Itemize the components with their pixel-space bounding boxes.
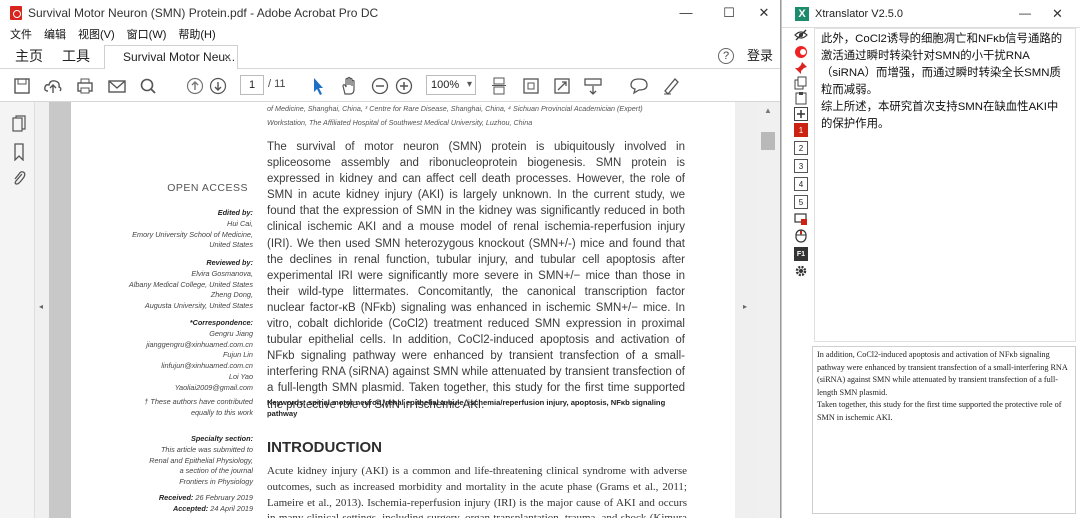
translation-output[interactable]: 此外，CoCl2诱导的细胞凋亡和NFκb信号通路的激活通过瞬时转染针对SMN的小… bbox=[814, 28, 1076, 342]
translation-paragraph: 此外，CoCl2诱导的细胞凋亡和NFκb信号通路的激活通过瞬时转染针对SMN的小… bbox=[821, 33, 1063, 96]
xtranslator-title: Xtranslator V2.5.0 bbox=[815, 7, 904, 20]
introduction-text: Acute kidney injury (AKI) is a common an… bbox=[267, 465, 687, 518]
acrobat-window: Survival Motor Neuron (SMN) Protein.pdf … bbox=[0, 0, 781, 518]
sign-in-link[interactable]: 登录 bbox=[747, 43, 773, 69]
tab-2[interactable]: 2 bbox=[794, 141, 808, 155]
attachments-icon[interactable] bbox=[10, 168, 28, 188]
record-toggle-icon[interactable] bbox=[794, 45, 808, 59]
menu-file[interactable]: 文件 bbox=[10, 26, 32, 42]
xtranslator-minimize-button[interactable]: — bbox=[1019, 6, 1031, 20]
tab-5[interactable]: 5 bbox=[794, 195, 808, 209]
settings-gear-icon[interactable] bbox=[794, 264, 808, 278]
vertical-scrollbar[interactable]: ▲ bbox=[757, 102, 780, 518]
hide-eye-icon[interactable] bbox=[794, 28, 808, 42]
specialty-section-block: Specialty section: This article was subm… bbox=[149, 434, 253, 487]
menu-view[interactable]: 视图(V) bbox=[78, 26, 115, 42]
search-icon[interactable] bbox=[136, 74, 160, 98]
document-view[interactable]: of Medicine, Shanghai, China, ³ Centre f… bbox=[49, 102, 757, 518]
tab-3[interactable]: 3 bbox=[794, 159, 808, 173]
maximize-button[interactable]: ☐ bbox=[712, 0, 746, 25]
save-icon[interactable] bbox=[10, 74, 34, 98]
tab-home[interactable]: 主页 bbox=[15, 43, 43, 69]
source-text-box[interactable]: In addition, CoCl2-induced apoptosis and… bbox=[812, 346, 1076, 514]
accepted-date: Accepted: 24 April 2019 bbox=[172, 504, 253, 513]
menu-help[interactable]: 帮助(H) bbox=[178, 26, 215, 42]
screen-capture-icon[interactable] bbox=[794, 212, 808, 226]
previous-page-icon[interactable] bbox=[183, 74, 207, 98]
zoom-in-icon[interactable] bbox=[392, 74, 416, 98]
tab-bar: 主页 工具 Survival Motor Neu... × ? 登录 bbox=[0, 43, 780, 69]
menu-window[interactable]: 窗口(W) bbox=[127, 26, 167, 42]
keywords: Keywords: spinal motor neuron, renal epi… bbox=[267, 398, 666, 418]
page-thumbnails-icon[interactable] bbox=[10, 114, 28, 134]
xtranslator-logo-icon: X bbox=[795, 6, 809, 21]
left-navigation-panel bbox=[0, 102, 35, 518]
translation-paragraph: 综上所述，本研究首次支持SMN在缺血性AKI中的保护作用。 bbox=[821, 101, 1059, 130]
comment-icon[interactable] bbox=[627, 74, 651, 98]
close-tab-icon[interactable]: × bbox=[224, 46, 231, 68]
scrollbar-thumb[interactable] bbox=[761, 132, 775, 150]
tab-4[interactable]: 4 bbox=[794, 177, 808, 191]
menu-edit[interactable]: 编辑 bbox=[44, 26, 66, 42]
open-access-label: OPEN ACCESS bbox=[167, 182, 248, 194]
help-icon[interactable]: ? bbox=[718, 48, 734, 64]
xtranslator-window: X Xtranslator V2.5.0 — ✕ 1 2 3 4 5 F1 此外… bbox=[782, 0, 1080, 518]
read-mode-icon[interactable] bbox=[581, 74, 605, 98]
next-page-icon[interactable] bbox=[206, 74, 230, 98]
tab-1[interactable]: 1 bbox=[794, 123, 808, 137]
title-bar: Survival Motor Neuron (SMN) Protein.pdf … bbox=[0, 0, 780, 25]
document-tab[interactable]: Survival Motor Neu... × bbox=[104, 45, 238, 69]
copy-icon[interactable] bbox=[794, 76, 808, 90]
select-cursor-icon[interactable] bbox=[306, 74, 330, 98]
zoom-select[interactable]: 100% bbox=[426, 75, 476, 95]
edited-by-block: Edited by: Hui Cai, Emory University Sch… bbox=[132, 208, 253, 250]
bookmarks-icon[interactable] bbox=[10, 142, 28, 162]
full-screen-icon[interactable] bbox=[550, 74, 574, 98]
page-number-input[interactable]: 1 bbox=[240, 75, 264, 95]
minimize-button[interactable]: — bbox=[669, 0, 703, 25]
authors-note: † These authors have contributed equally… bbox=[144, 397, 253, 417]
source-paragraph: Taken together, this study for the first… bbox=[817, 400, 1062, 422]
email-icon[interactable] bbox=[105, 74, 129, 98]
expand-icon[interactable] bbox=[794, 107, 808, 121]
abstract-text: The survival of motor neuron (SMN) prote… bbox=[267, 141, 685, 411]
hand-tool-icon[interactable] bbox=[337, 74, 361, 98]
mouse-icon[interactable] bbox=[794, 229, 808, 243]
pdf-app-icon bbox=[10, 5, 22, 20]
page-scroll-icon[interactable] bbox=[487, 74, 511, 98]
print-icon[interactable] bbox=[73, 74, 97, 98]
close-button[interactable]: ✕ bbox=[747, 0, 780, 25]
xtranslator-title-bar: X Xtranslator V2.5.0 — ✕ bbox=[782, 0, 1080, 28]
menu-bar: 文件 编辑 视图(V) 窗口(W) 帮助(H) bbox=[0, 25, 780, 43]
window-title: Survival Motor Neuron (SMN) Protein.pdf … bbox=[28, 5, 379, 20]
right-gutter: ▸ bbox=[735, 102, 757, 518]
pdf-page: of Medicine, Shanghai, China, ³ Centre f… bbox=[71, 102, 735, 518]
correspondence-block: *Correspondence: Gengru Jiang jianggengr… bbox=[146, 318, 253, 392]
left-gutter: ◂ bbox=[35, 102, 49, 518]
fit-page-icon[interactable] bbox=[519, 74, 543, 98]
xtranslator-close-button[interactable]: ✕ bbox=[1052, 6, 1063, 22]
introduction-heading: INTRODUCTION bbox=[267, 439, 382, 456]
toolbar bbox=[0, 69, 780, 102]
affiliation-text: of Medicine, Shanghai, China, ³ Centre f… bbox=[267, 104, 643, 127]
received-date: Received: 26 February 2019 bbox=[158, 493, 253, 502]
xtranslator-toolbar: 1 2 3 4 5 F1 bbox=[782, 28, 812, 518]
collapse-left-icon[interactable]: ◂ bbox=[39, 302, 43, 311]
source-paragraph: In addition, CoCl2-induced apoptosis and… bbox=[817, 350, 1068, 397]
paste-icon[interactable] bbox=[794, 91, 808, 105]
tab-tools[interactable]: 工具 bbox=[62, 43, 90, 69]
cloud-upload-icon[interactable] bbox=[41, 74, 65, 98]
zoom-out-icon[interactable] bbox=[368, 74, 392, 98]
reviewed-by-block: Reviewed by: Elvira Gosmanova, Albany Me… bbox=[128, 258, 253, 311]
collapse-right-icon[interactable]: ▸ bbox=[743, 302, 747, 311]
page-total: / 11 bbox=[268, 78, 286, 90]
f1-help-icon[interactable]: F1 bbox=[794, 247, 808, 261]
pin-icon[interactable] bbox=[794, 61, 808, 75]
document-tab-label: Survival Motor Neu... bbox=[123, 50, 236, 64]
highlight-pen-icon[interactable] bbox=[659, 74, 683, 98]
scroll-up-icon[interactable]: ▲ bbox=[764, 106, 772, 115]
